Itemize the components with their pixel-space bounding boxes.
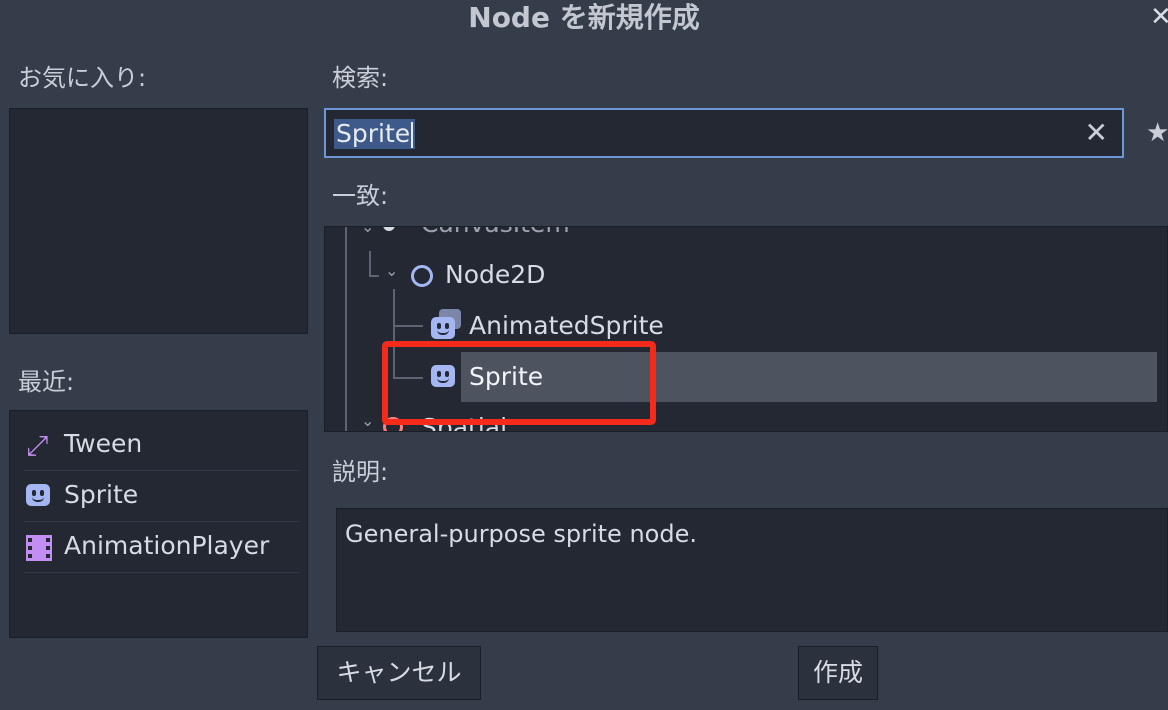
favorites-list[interactable] [9, 108, 308, 334]
search-input-value: Sprite [334, 119, 416, 149]
tree-item-animatedsprite[interactable]: AnimatedSprite [469, 311, 664, 341]
search-input[interactable]: Sprite ✕ [324, 108, 1124, 158]
star-icon[interactable]: ★ [1146, 118, 1168, 148]
tree-item-canvasitem[interactable]: CanvasItem [421, 227, 570, 239]
sprite-icon [26, 484, 50, 506]
recent-item-animationplayer[interactable]: AnimationPlayer [24, 522, 300, 573]
description-text: General-purpose sprite node. [345, 520, 697, 548]
recent-item-label: AnimationPlayer [64, 531, 270, 560]
recent-item-label: Sprite [64, 480, 139, 509]
tree-item-node2d[interactable]: Node2D [445, 260, 545, 290]
node2d-icon [411, 265, 433, 287]
description-label: 説明: [332, 458, 389, 486]
chevron-down-icon[interactable]: ⌄ [361, 411, 374, 430]
favorites-label: お気に入り: [18, 64, 147, 92]
tween-icon: ⤢ [26, 429, 49, 462]
recent-item-sprite[interactable]: Sprite [24, 471, 300, 522]
recent-label: 最近: [18, 368, 75, 396]
selection-highlight-outline [382, 341, 656, 425]
film-icon [26, 535, 52, 561]
recent-item-tween[interactable]: ⤢ Tween [24, 420, 300, 471]
close-icon[interactable]: ✕ [1150, 2, 1168, 32]
clear-icon[interactable]: ✕ [1085, 116, 1108, 150]
cancel-button[interactable]: キャンセル [317, 646, 481, 700]
matches-label: 一致: [332, 182, 389, 210]
chevron-down-icon[interactable]: ⌄ [385, 261, 398, 280]
chevron-down-icon[interactable]: ⌄ [361, 227, 374, 236]
animatedsprite-icon [431, 317, 455, 339]
canvasitem-icon [383, 227, 395, 231]
dialog-title: Node を新規作成 [468, 1, 700, 34]
recent-item-label: Tween [64, 429, 143, 458]
description-box: General-purpose sprite node. [336, 508, 1168, 632]
search-label: 検索: [332, 64, 389, 92]
create-button[interactable]: 作成 [798, 646, 878, 700]
